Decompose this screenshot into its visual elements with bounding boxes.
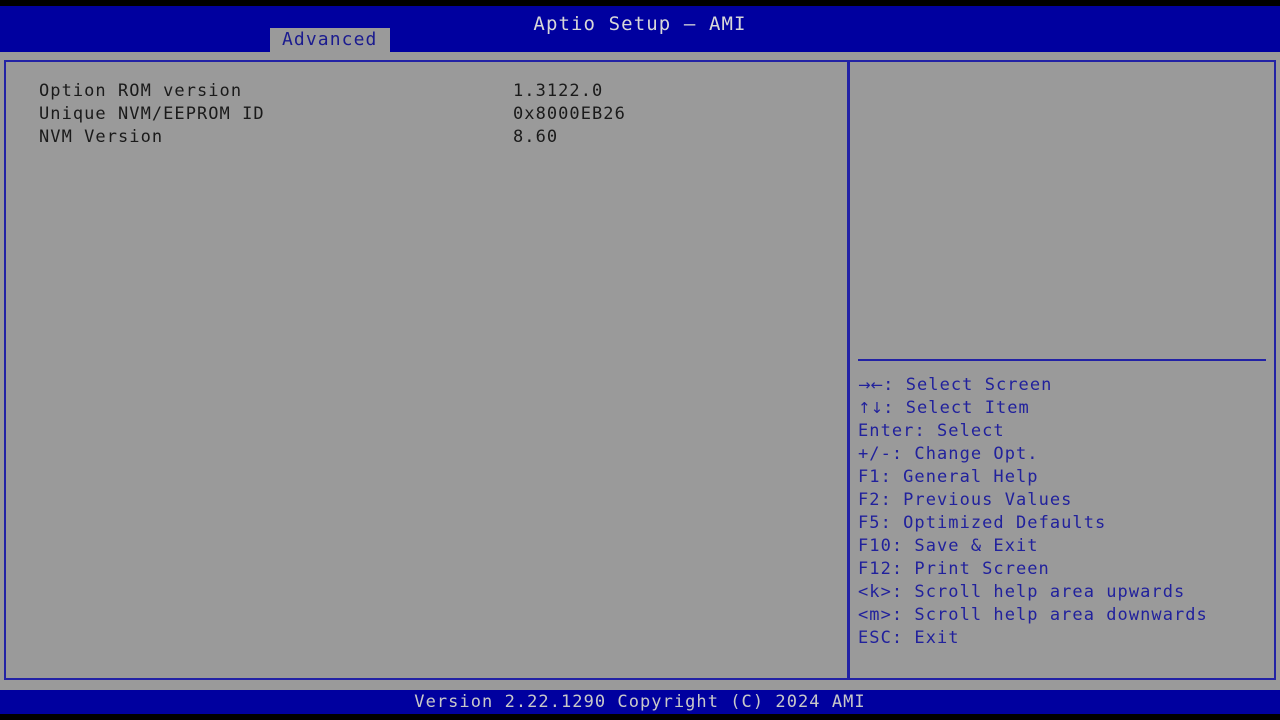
help-panel: →←: Select Screen ↑↓: Select Item Enter:… xyxy=(847,60,1276,680)
help-description xyxy=(858,66,1268,356)
legend-item-select-item: ↑↓: Select Item xyxy=(858,397,1270,420)
arrow-up-down-icon: ↑↓ xyxy=(858,399,883,417)
setting-value: 1.3122.0 xyxy=(513,80,603,103)
legend-item-label: : Scroll help area upwards xyxy=(892,582,1185,602)
legend-item-exit: ESC: Exit xyxy=(858,627,1270,650)
legend-item-print-screen: F12: Print Screen xyxy=(858,558,1270,581)
legend-item-key: F10 xyxy=(858,536,892,556)
table-row[interactable]: Unique NVM/EEPROM ID 0x8000EB26 xyxy=(39,103,839,126)
settings-panel: Option ROM version 1.3122.0 Unique NVM/E… xyxy=(4,60,849,680)
setting-value: 0x8000EB26 xyxy=(513,103,626,126)
bios-setup-screen: Aptio Setup – AMI Advanced Option ROM ve… xyxy=(0,0,1280,720)
key-legend-list: →←: Select Screen ↑↓: Select Item Enter:… xyxy=(858,374,1270,650)
setting-label: Unique NVM/EEPROM ID xyxy=(39,103,265,126)
settings-list: Option ROM version 1.3122.0 Unique NVM/E… xyxy=(39,80,839,149)
legend-item-previous-values: F2: Previous Values xyxy=(858,489,1270,512)
tab-advanced[interactable]: Advanced xyxy=(270,28,390,52)
setting-label: NVM Version xyxy=(39,126,163,149)
legend-item-optimized-defaults: F5: Optimized Defaults xyxy=(858,512,1270,535)
legend-item-label: : Select Screen xyxy=(883,375,1052,395)
legend-item-label: : Select Item xyxy=(883,398,1030,418)
arrow-left-right-icon: →← xyxy=(858,376,883,394)
legend-item-label: : Previous Values xyxy=(881,490,1073,510)
legend-item-key: Enter xyxy=(858,421,914,441)
legend-item-general-help: F1: General Help xyxy=(858,466,1270,489)
table-row[interactable]: Option ROM version 1.3122.0 xyxy=(39,80,839,103)
bottom-edge xyxy=(0,714,1280,720)
legend-item-label: : Print Screen xyxy=(892,559,1050,579)
legend-item-key: <k> xyxy=(858,582,892,602)
version-copyright-text: Version 2.22.1290 Copyright (C) 2024 AMI xyxy=(0,691,1280,713)
legend-item-select-screen: →←: Select Screen xyxy=(858,374,1270,397)
legend-item-enter: Enter: Select xyxy=(858,420,1270,443)
legend-item-change-opt: +/-: Change Opt. xyxy=(858,443,1270,466)
legend-item-key: +/- xyxy=(858,444,892,464)
legend-item-label: : Change Opt. xyxy=(892,444,1039,464)
legend-item-label: : Optimized Defaults xyxy=(881,513,1107,533)
help-divider xyxy=(858,359,1266,361)
setting-label: Option ROM version xyxy=(39,80,242,103)
footer-bar: Version 2.22.1290 Copyright (C) 2024 AMI xyxy=(0,690,1280,714)
legend-item-scroll-up: <k>: Scroll help area upwards xyxy=(858,581,1270,604)
table-row[interactable]: NVM Version 8.60 xyxy=(39,126,839,149)
legend-item-label: : Save & Exit xyxy=(892,536,1039,556)
legend-item-key: F5 xyxy=(858,513,881,533)
setting-value: 8.60 xyxy=(513,126,558,149)
legend-item-label: : Select xyxy=(914,421,1004,441)
legend-item-save-exit: F10: Save & Exit xyxy=(858,535,1270,558)
legend-item-key: F2 xyxy=(858,490,881,510)
legend-item-label: : Exit xyxy=(892,628,960,648)
legend-item-key: F12 xyxy=(858,559,892,579)
legend-item-label: : Scroll help area downwards xyxy=(892,605,1208,625)
legend-item-key: ESC xyxy=(858,628,892,648)
content-area: Option ROM version 1.3122.0 Unique NVM/E… xyxy=(0,52,1280,690)
legend-item-label: : General Help xyxy=(881,467,1039,487)
legend-item-key: <m> xyxy=(858,605,892,625)
legend-item-scroll-down: <m>: Scroll help area downwards xyxy=(858,604,1270,627)
menu-tab-strip: Advanced xyxy=(0,28,1280,52)
legend-item-key: F1 xyxy=(858,467,881,487)
